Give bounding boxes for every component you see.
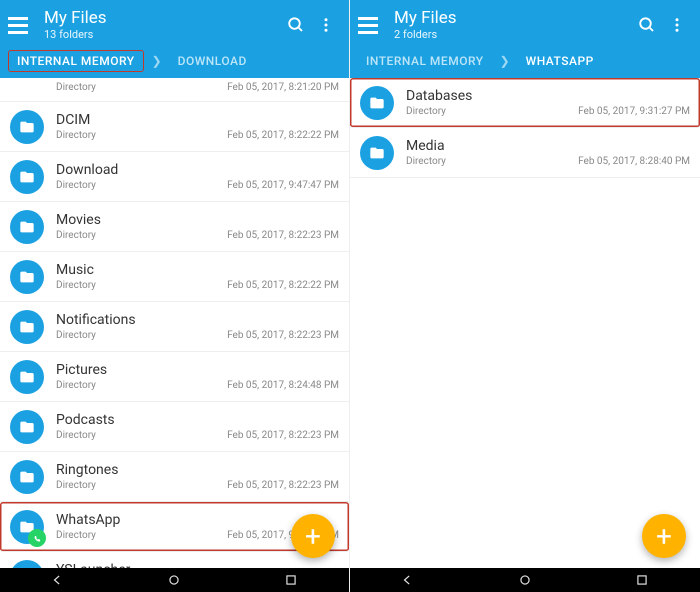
item-name: DCIM — [56, 112, 339, 128]
add-button[interactable]: + — [642, 514, 686, 558]
item-meta: DirectoryFeb 05, 2017, 8:22:23 PM — [56, 230, 339, 241]
list-item[interactable]: Music DirectoryFeb 05, 2017, 8:22:22 PM — [0, 252, 349, 302]
folder-icon — [10, 210, 44, 244]
item-name: Media — [406, 138, 690, 154]
folder-list[interactable]: Directory Feb 05, 2017, 8:21:20 PM DCIMD… — [0, 78, 349, 568]
title-block: My Files 2 folders — [394, 9, 632, 41]
recents-icon[interactable] — [276, 570, 306, 590]
search-icon[interactable] — [632, 10, 662, 40]
list-item[interactable]: Media DirectoryFeb 05, 2017, 8:28:40 PM — [350, 128, 700, 178]
breadcrumb: INTERNAL MEMORY ❯ WHATSAPP — [350, 48, 700, 78]
folder-icon — [10, 310, 44, 344]
system-navbar — [350, 568, 700, 592]
item-name: Pictures — [56, 362, 339, 378]
folder-count: 2 folders — [394, 28, 632, 41]
chevron-right-icon: ❯ — [152, 54, 162, 68]
folder-icon — [10, 260, 44, 294]
item-meta: Directory Feb 05, 2017, 8:21:20 PM — [56, 82, 339, 93]
folder-count: 13 folders — [44, 28, 281, 41]
folder-list[interactable]: Databases DirectoryFeb 05, 2017, 9:31:27 … — [350, 78, 700, 568]
item-name: Notifications — [56, 312, 339, 328]
pane-internal-memory: My Files 13 folders INTERNAL MEMORY ❯ DOWN… — [0, 0, 350, 592]
list-item[interactable]: Pictures DirectoryFeb 05, 2017, 8:24:48 P… — [0, 352, 349, 402]
folder-icon — [360, 86, 394, 120]
app-title: My Files — [394, 9, 632, 28]
folder-icon — [10, 160, 44, 194]
folder-icon — [10, 560, 44, 569]
back-icon[interactable] — [43, 570, 73, 590]
home-icon[interactable] — [159, 570, 189, 590]
recents-icon[interactable] — [627, 570, 657, 590]
app-header: My Files 13 folders — [0, 0, 349, 48]
item-meta: DirectoryFeb 05, 2017, 9:47:47 PM — [56, 180, 339, 191]
item-meta: DirectoryFeb 05, 2017, 8:28:40 PM — [406, 156, 690, 167]
list-item[interactable]: Podcasts DirectoryFeb 05, 2017, 8:22:23 P… — [0, 402, 349, 452]
system-navbar — [0, 568, 349, 592]
home-icon[interactable] — [510, 570, 540, 590]
item-meta: DirectoryFeb 05, 2017, 9:31:27 PM — [406, 106, 690, 117]
item-meta: DirectoryFeb 05, 2017, 8:22:23 PM — [56, 430, 339, 441]
list-item[interactable]: YSLauncherDirectoryFeb 05, 2017, 8:22:07… — [0, 552, 349, 568]
back-icon[interactable] — [393, 570, 423, 590]
item-meta: DirectoryFeb 05, 2017, 8:22:22 PM — [56, 280, 339, 291]
app-header: My Files 2 folders — [350, 0, 700, 48]
item-name: YSLauncher — [56, 562, 339, 568]
item-name: Ringtones — [56, 462, 339, 478]
folder-icon — [10, 460, 44, 494]
title-block: My Files 13 folders — [44, 9, 281, 41]
menu-icon[interactable] — [8, 11, 36, 39]
breadcrumb-item[interactable]: INTERNAL MEMORY — [8, 50, 144, 72]
list-item[interactable]: Ringtones DirectoryFeb 05, 2017, 8:22:23 … — [0, 452, 349, 502]
more-icon[interactable] — [311, 10, 341, 40]
chevron-right-icon: ❯ — [500, 54, 510, 68]
item-meta: DirectoryFeb 05, 2017, 8:24:48 PM — [56, 380, 339, 391]
whatsapp-icon — [28, 529, 46, 547]
list-item[interactable]: DCIM DirectoryFeb 05, 2017, 8:22:22 PM — [0, 102, 349, 152]
folder-icon — [360, 136, 394, 170]
item-name: Podcasts — [56, 412, 339, 428]
folder-icon — [10, 410, 44, 444]
item-meta: DirectoryFeb 05, 2017, 8:22:23 PM — [56, 480, 339, 491]
add-button[interactable]: + — [291, 514, 335, 558]
pane-whatsapp: My Files 2 folders INTERNAL MEMORY ❯ WHATS… — [350, 0, 700, 592]
more-icon[interactable] — [662, 10, 692, 40]
folder-icon — [10, 360, 44, 394]
item-name: Databases — [406, 88, 690, 104]
list-item[interactable]: Databases DirectoryFeb 05, 2017, 9:31:27 … — [350, 78, 700, 128]
item-meta: DirectoryFeb 05, 2017, 8:22:23 PM — [56, 330, 339, 341]
breadcrumb: INTERNAL MEMORY ❯ DOWNLOAD — [0, 48, 349, 78]
list-item[interactable]: Directory Feb 05, 2017, 8:21:20 PM — [0, 78, 349, 102]
list-item[interactable]: Movies DirectoryFeb 05, 2017, 8:22:23 PM — [0, 202, 349, 252]
list-item[interactable]: Notifications DirectoryFeb 05, 2017, 8:22… — [0, 302, 349, 352]
item-meta: DirectoryFeb 05, 2017, 8:22:22 PM — [56, 130, 339, 141]
list-item[interactable]: Download DirectoryFeb 05, 2017, 9:47:47 P… — [0, 152, 349, 202]
app-title: My Files — [44, 9, 281, 28]
menu-icon[interactable] — [358, 11, 386, 39]
item-name: Movies — [56, 212, 339, 228]
folder-icon — [10, 110, 44, 144]
breadcrumb-item[interactable]: WHATSAPP — [518, 51, 602, 71]
breadcrumb-item[interactable]: INTERNAL MEMORY — [358, 51, 492, 71]
item-name: Music — [56, 262, 339, 278]
search-icon[interactable] — [281, 10, 311, 40]
breadcrumb-item[interactable]: DOWNLOAD — [170, 51, 255, 71]
item-name: Download — [56, 162, 339, 178]
